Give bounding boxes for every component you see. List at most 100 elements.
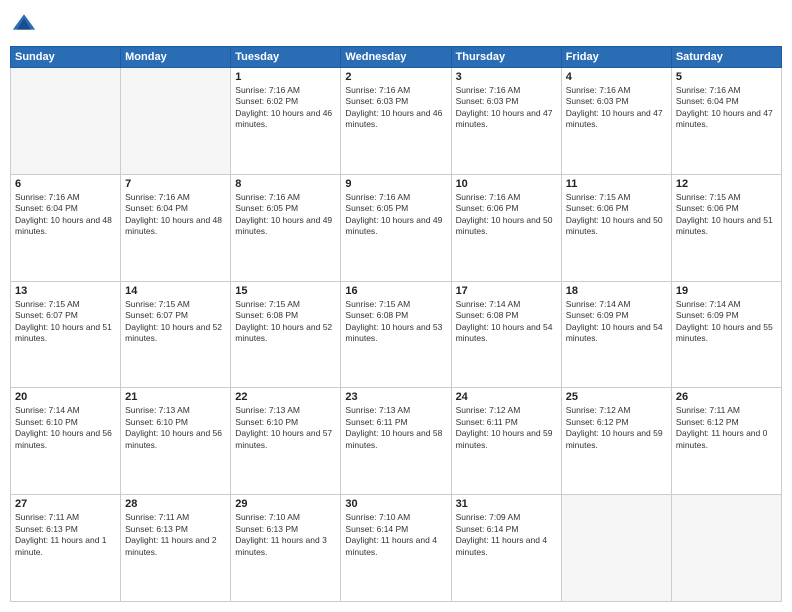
calendar-cell: 29 Sunrise: 7:10 AM Sunset: 6:13 PM Dayli… xyxy=(231,495,341,602)
cell-sun-info: Sunrise: 7:16 AM Sunset: 6:03 PM Dayligh… xyxy=(345,85,446,131)
header xyxy=(10,10,782,38)
day-number: 20 xyxy=(15,391,116,403)
cell-sun-info: Sunrise: 7:11 AM Sunset: 6:13 PM Dayligh… xyxy=(15,512,116,558)
cell-sun-info: Sunrise: 7:16 AM Sunset: 6:03 PM Dayligh… xyxy=(566,85,667,131)
day-header-monday: Monday xyxy=(121,47,231,68)
cell-sun-info: Sunrise: 7:13 AM Sunset: 6:10 PM Dayligh… xyxy=(125,405,226,451)
day-number: 6 xyxy=(15,178,116,190)
day-number: 25 xyxy=(566,391,667,403)
logo xyxy=(10,10,42,38)
calendar-cell: 10Sunrise: 7:16 AM Sunset: 6:06 PM Dayli… xyxy=(451,174,561,281)
calendar-cell xyxy=(121,68,231,175)
calendar-cell: 4Sunrise: 7:16 AM Sunset: 6:03 PM Daylig… xyxy=(561,68,671,175)
cell-sun-info: Sunrise: 7:15 AM Sunset: 6:06 PM Dayligh… xyxy=(566,192,667,238)
calendar-cell: 2Sunrise: 7:16 AM Sunset: 6:03 PM Daylig… xyxy=(341,68,451,175)
calendar-cell: 16 Sunrise: 7:15 AM Sunset: 6:08 PM Dayli… xyxy=(341,281,451,388)
day-number: 9 xyxy=(345,178,446,190)
day-number: 31 xyxy=(456,498,557,510)
day-header-sunday: Sunday xyxy=(11,47,121,68)
cell-sun-info: Sunrise: 7:10 AM Sunset: 6:14 PM Dayligh… xyxy=(345,512,446,558)
day-number: 21 xyxy=(125,391,226,403)
calendar-cell: 26Sunrise: 7:11 AM Sunset: 6:12 PM Dayli… xyxy=(671,388,781,495)
calendar-cell: 8 Sunrise: 7:16 AM Sunset: 6:05 PM Daylig… xyxy=(231,174,341,281)
cell-sun-info: Sunrise: 7:16 AM Sunset: 6:04 PM Dayligh… xyxy=(15,192,116,238)
cell-sun-info: Sunrise: 7:16 AM Sunset: 6:05 PM Dayligh… xyxy=(345,192,446,238)
calendar-cell: 6 Sunrise: 7:16 AM Sunset: 6:04 PM Daylig… xyxy=(11,174,121,281)
calendar-cell xyxy=(561,495,671,602)
cell-sun-info: Sunrise: 7:16 AM Sunset: 6:06 PM Dayligh… xyxy=(456,192,557,238)
calendar-week-3: 13 Sunrise: 7:15 AM Sunset: 6:07 PM Dayli… xyxy=(11,281,782,388)
cell-sun-info: Sunrise: 7:15 AM Sunset: 6:07 PM Dayligh… xyxy=(125,299,226,345)
calendar-cell xyxy=(671,495,781,602)
calendar-week-5: 27 Sunrise: 7:11 AM Sunset: 6:13 PM Dayli… xyxy=(11,495,782,602)
day-number: 19 xyxy=(676,285,777,297)
day-number: 14 xyxy=(125,285,226,297)
calendar-cell: 21 Sunrise: 7:13 AM Sunset: 6:10 PM Dayli… xyxy=(121,388,231,495)
cell-sun-info: Sunrise: 7:16 AM Sunset: 6:04 PM Dayligh… xyxy=(676,85,777,131)
day-number: 13 xyxy=(15,285,116,297)
calendar-cell: 11Sunrise: 7:15 AM Sunset: 6:06 PM Dayli… xyxy=(561,174,671,281)
calendar-cell: 31 Sunrise: 7:09 AM Sunset: 6:14 PM Dayli… xyxy=(451,495,561,602)
cell-sun-info: Sunrise: 7:13 AM Sunset: 6:10 PM Dayligh… xyxy=(235,405,336,451)
cell-sun-info: Sunrise: 7:14 AM Sunset: 6:10 PM Dayligh… xyxy=(15,405,116,451)
calendar-cell: 17 Sunrise: 7:14 AM Sunset: 6:08 PM Dayli… xyxy=(451,281,561,388)
calendar-cell: 20 Sunrise: 7:14 AM Sunset: 6:10 PM Dayli… xyxy=(11,388,121,495)
calendar-cell xyxy=(11,68,121,175)
day-header-thursday: Thursday xyxy=(451,47,561,68)
day-number: 3 xyxy=(456,71,557,83)
day-number: 8 xyxy=(235,178,336,190)
calendar-table: SundayMondayTuesdayWednesdayThursdayFrid… xyxy=(10,46,782,602)
day-number: 29 xyxy=(235,498,336,510)
calendar-week-2: 6 Sunrise: 7:16 AM Sunset: 6:04 PM Daylig… xyxy=(11,174,782,281)
calendar-cell: 1Sunrise: 7:16 AM Sunset: 6:02 PM Daylig… xyxy=(231,68,341,175)
cell-sun-info: Sunrise: 7:16 AM Sunset: 6:04 PM Dayligh… xyxy=(125,192,226,238)
calendar-cell: 12 Sunrise: 7:15 AM Sunset: 6:06 PM Dayli… xyxy=(671,174,781,281)
cell-sun-info: Sunrise: 7:12 AM Sunset: 6:11 PM Dayligh… xyxy=(456,405,557,451)
cell-sun-info: Sunrise: 7:14 AM Sunset: 6:09 PM Dayligh… xyxy=(676,299,777,345)
day-number: 1 xyxy=(235,71,336,83)
day-number: 22 xyxy=(235,391,336,403)
day-header-friday: Friday xyxy=(561,47,671,68)
cell-sun-info: Sunrise: 7:11 AM Sunset: 6:12 PM Dayligh… xyxy=(676,405,777,451)
cell-sun-info: Sunrise: 7:12 AM Sunset: 6:12 PM Dayligh… xyxy=(566,405,667,451)
day-number: 18 xyxy=(566,285,667,297)
calendar-week-4: 20 Sunrise: 7:14 AM Sunset: 6:10 PM Dayli… xyxy=(11,388,782,495)
day-number: 16 xyxy=(345,285,446,297)
cell-sun-info: Sunrise: 7:15 AM Sunset: 6:06 PM Dayligh… xyxy=(676,192,777,238)
cell-sun-info: Sunrise: 7:11 AM Sunset: 6:13 PM Dayligh… xyxy=(125,512,226,558)
calendar-cell: 30Sunrise: 7:10 AM Sunset: 6:14 PM Dayli… xyxy=(341,495,451,602)
cell-sun-info: Sunrise: 7:16 AM Sunset: 6:05 PM Dayligh… xyxy=(235,192,336,238)
calendar-cell: 24 Sunrise: 7:12 AM Sunset: 6:11 PM Dayli… xyxy=(451,388,561,495)
calendar-week-1: 1Sunrise: 7:16 AM Sunset: 6:02 PM Daylig… xyxy=(11,68,782,175)
day-number: 28 xyxy=(125,498,226,510)
day-header-saturday: Saturday xyxy=(671,47,781,68)
page: SundayMondayTuesdayWednesdayThursdayFrid… xyxy=(0,0,792,612)
cell-sun-info: Sunrise: 7:15 AM Sunset: 6:07 PM Dayligh… xyxy=(15,299,116,345)
day-number: 27 xyxy=(15,498,116,510)
calendar-cell: 27 Sunrise: 7:11 AM Sunset: 6:13 PM Dayli… xyxy=(11,495,121,602)
calendar-cell: 5Sunrise: 7:16 AM Sunset: 6:04 PM Daylig… xyxy=(671,68,781,175)
calendar-cell: 19 Sunrise: 7:14 AM Sunset: 6:09 PM Dayli… xyxy=(671,281,781,388)
cell-sun-info: Sunrise: 7:14 AM Sunset: 6:08 PM Dayligh… xyxy=(456,299,557,345)
day-number: 24 xyxy=(456,391,557,403)
day-number: 23 xyxy=(345,391,446,403)
calendar-cell: 18Sunrise: 7:14 AM Sunset: 6:09 PM Dayli… xyxy=(561,281,671,388)
calendar-cell: 13 Sunrise: 7:15 AM Sunset: 6:07 PM Dayli… xyxy=(11,281,121,388)
calendar-header-row: SundayMondayTuesdayWednesdayThursdayFrid… xyxy=(11,47,782,68)
day-number: 12 xyxy=(676,178,777,190)
cell-sun-info: Sunrise: 7:09 AM Sunset: 6:14 PM Dayligh… xyxy=(456,512,557,558)
cell-sun-info: Sunrise: 7:16 AM Sunset: 6:03 PM Dayligh… xyxy=(456,85,557,131)
day-header-wednesday: Wednesday xyxy=(341,47,451,68)
calendar-cell: 9 Sunrise: 7:16 AM Sunset: 6:05 PM Daylig… xyxy=(341,174,451,281)
cell-sun-info: Sunrise: 7:15 AM Sunset: 6:08 PM Dayligh… xyxy=(235,299,336,345)
calendar-cell: 25 Sunrise: 7:12 AM Sunset: 6:12 PM Dayli… xyxy=(561,388,671,495)
day-number: 15 xyxy=(235,285,336,297)
calendar-cell: 3 Sunrise: 7:16 AM Sunset: 6:03 PM Daylig… xyxy=(451,68,561,175)
calendar-cell: 28 Sunrise: 7:11 AM Sunset: 6:13 PM Dayli… xyxy=(121,495,231,602)
cell-sun-info: Sunrise: 7:15 AM Sunset: 6:08 PM Dayligh… xyxy=(345,299,446,345)
day-header-tuesday: Tuesday xyxy=(231,47,341,68)
day-number: 17 xyxy=(456,285,557,297)
calendar-cell: 14 Sunrise: 7:15 AM Sunset: 6:07 PM Dayli… xyxy=(121,281,231,388)
cell-sun-info: Sunrise: 7:10 AM Sunset: 6:13 PM Dayligh… xyxy=(235,512,336,558)
calendar-cell: 15 Sunrise: 7:15 AM Sunset: 6:08 PM Dayli… xyxy=(231,281,341,388)
